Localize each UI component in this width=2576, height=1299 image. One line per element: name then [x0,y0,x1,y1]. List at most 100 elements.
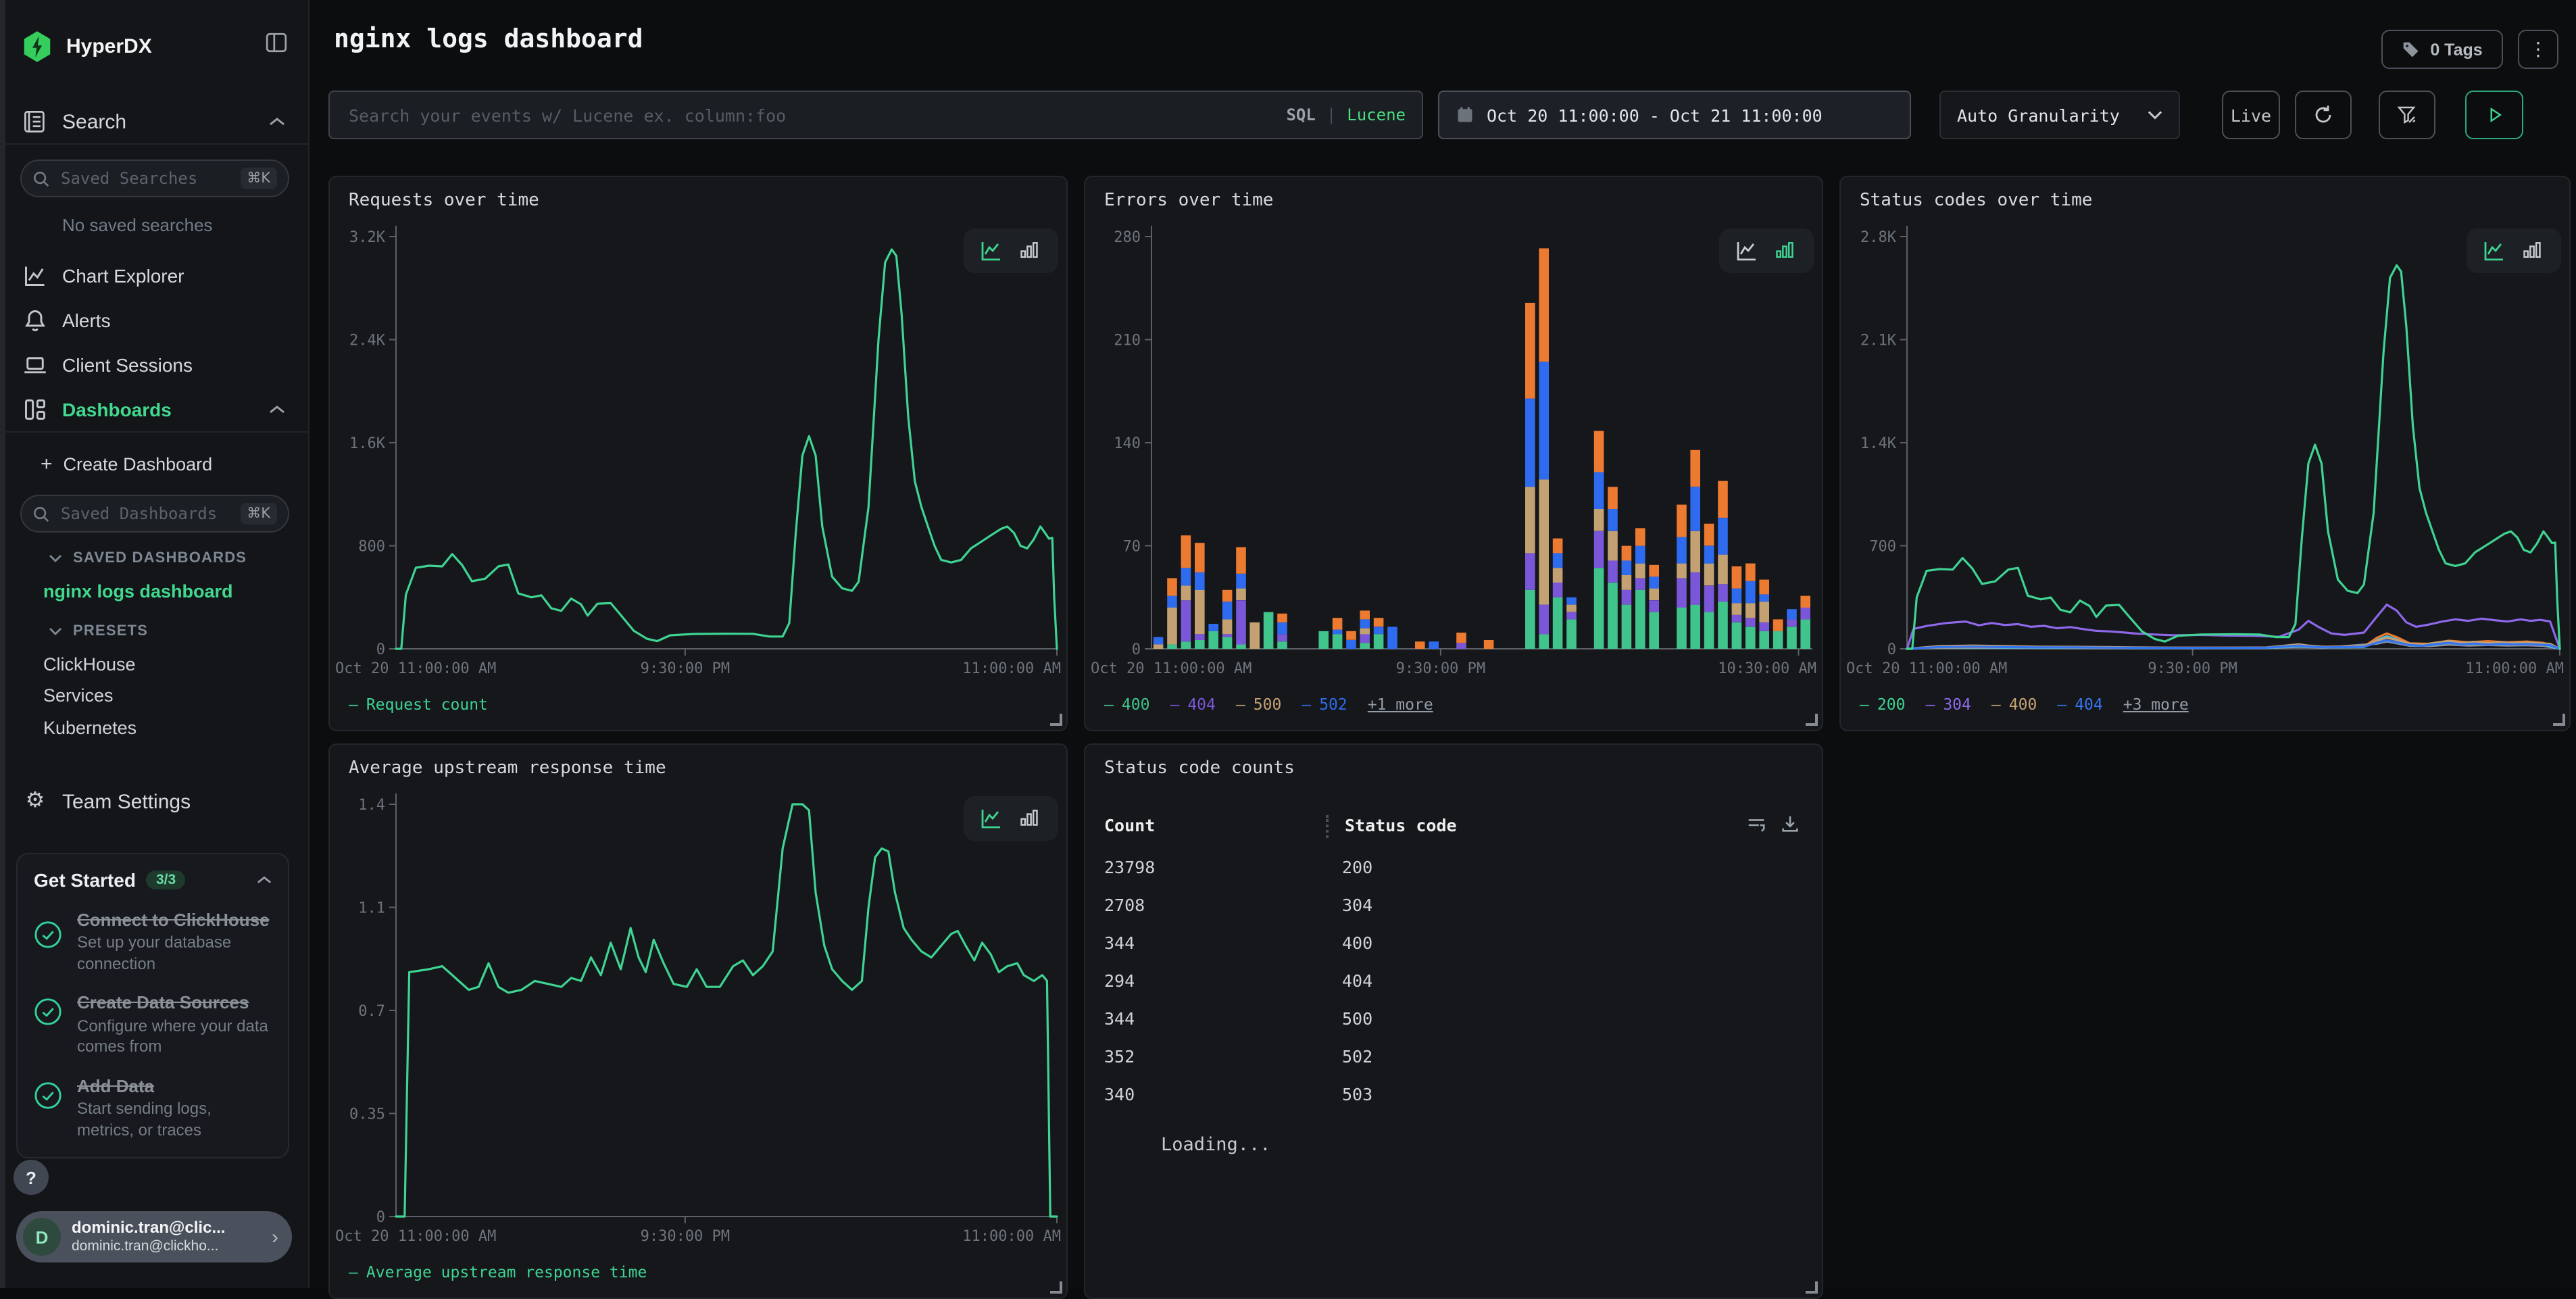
requests-chart[interactable]: 08001.6K2.4K3.2KOct 20 11:00:00 AM9:30:0… [330,177,1068,684]
legend-dash-icon: — [1104,695,1114,714]
filter-button[interactable] [2379,91,2435,139]
legend-more-link[interactable]: +3 more [2123,695,2189,714]
column-header-count[interactable]: Count [1104,815,1155,835]
panel-status-codes-over-time: Status codes over time 07001.4K2.1K2.8KO… [1839,176,2571,731]
create-dashboard-button[interactable]: + Create Dashboard [0,447,309,480]
chart-type-toggle [964,228,1058,273]
legend-item[interactable]: —Average upstream response time [349,1263,647,1281]
saved-searches-input[interactable]: ⌘K [20,160,289,197]
saved-dashboards-input[interactable]: ⌘K [20,495,289,533]
get-started-item-desc: Set up your database connection [77,933,272,975]
legend-item[interactable]: —400 [1104,695,1149,714]
panel-title: Status code counts [1104,758,1295,779]
filter-edit-icon [2396,104,2418,126]
sidebar-item-label: Search [62,110,126,133]
granularity-select[interactable]: Auto Granularity [1939,91,2180,139]
status-codes-chart[interactable]: 07001.4K2.1K2.8KOct 20 11:00:00 AM9:30:0… [1841,177,2571,684]
legend-more-link[interactable]: +1 more [1368,695,1433,714]
svg-text:1.4: 1.4 [358,797,385,814]
sidebar-collapse-icon[interactable] [265,31,288,61]
event-search-input[interactable] [346,103,1286,126]
svg-text:0.7: 0.7 [358,1003,385,1020]
line-chart-icon[interactable] [2483,239,2506,262]
table-row[interactable]: 344400 [1085,923,1822,961]
hyperdx-logo-icon [23,30,51,62]
sidebar-item-kubernetes[interactable]: Kubernetes [43,718,137,738]
user-menu[interactable]: D dominic.tran@clic... dominic.tran@clic… [16,1211,292,1263]
sidebar-item-alerts[interactable]: Alerts [0,304,309,337]
presets-section[interactable]: PRESETS [49,623,148,639]
panel-requests-over-time: Requests over time 08001.6K2.4K3.2KOct 2… [328,176,1068,731]
column-options-icon[interactable] [1746,814,1766,841]
table-row[interactable]: 352502 [1085,1037,1822,1075]
sidebar-item-search[interactable]: Search [0,105,309,138]
sidebar-item-nginx-dashboard[interactable]: nginx logs dashboard [43,581,233,602]
line-chart-icon[interactable] [980,807,1003,830]
calendar-icon [1456,105,1475,124]
refresh-button[interactable] [2295,91,2352,139]
gear-icon: ⚙ [23,789,47,814]
table-row[interactable]: 344500 [1085,999,1822,1037]
sidebar-item-chart-explorer[interactable]: Chart Explorer [0,260,309,292]
legend-item[interactable]: —502 [1302,695,1347,714]
tags-button[interactable]: 0 Tags [2381,30,2503,69]
date-range-value: Oct 20 11:00:00 - Oct 21 11:00:00 [1487,105,1823,125]
line-chart-icon[interactable] [1735,239,1758,262]
sidebar-item-label: Client Sessions [62,354,193,376]
download-icon[interactable] [1780,814,1800,841]
date-range-picker[interactable]: Oct 20 11:00:00 - Oct 21 11:00:00 [1438,91,1911,139]
sidebar-item-team-settings[interactable]: ⚙ Team Settings [0,785,309,818]
svg-text:10:30:00 AM: 10:30:00 AM [1718,660,1816,677]
bar-chart-icon[interactable] [1019,239,1042,262]
saved-dashboards-section[interactable]: SAVED DASHBOARDS [49,550,247,566]
line-chart-icon[interactable] [980,239,1003,262]
svg-text:0: 0 [1132,641,1141,658]
bar-chart-icon[interactable] [1775,239,1798,262]
bar-chart-icon[interactable] [2522,239,2545,262]
table-row[interactable]: 294404 [1085,961,1822,999]
legend-item[interactable]: —404 [1170,695,1215,714]
help-button[interactable]: ? [14,1160,49,1195]
legend-item[interactable]: —Request count [349,695,488,714]
panel-status-code-counts: Status code counts Count Status code 237… [1084,743,1823,1299]
check-circle-icon [34,921,62,949]
sidebar-item-client-sessions[interactable]: Client Sessions [0,349,309,381]
column-resize-handle[interactable] [1326,815,1329,838]
sidebar-item-label: Chart Explorer [62,265,184,287]
sql-mode-toggle[interactable]: SQL [1286,105,1315,124]
upstream-response-chart[interactable]: 00.350.71.11.4Oct 20 11:00:00 AM9:30:00 … [330,745,1068,1252]
legend-item[interactable]: —500 [1236,695,1281,714]
sidebar-scrollbar[interactable] [0,0,5,1288]
legend-item[interactable]: —200 [1860,695,1905,714]
sidebar-item-dashboards[interactable]: Dashboards [0,393,309,426]
table-row[interactable]: 23798200 [1085,848,1822,885]
sidebar-item-services[interactable]: Services [43,685,114,706]
legend-item[interactable]: —304 [1925,695,1971,714]
legend-item[interactable]: —404 [2057,695,2102,714]
panel-menu-button[interactable]: ⋮ [2518,30,2558,69]
saved-searches-field[interactable] [58,168,240,189]
chevron-up-icon[interactable] [257,868,272,892]
column-header-status-code[interactable]: Status code [1345,815,1457,835]
svg-text:140: 140 [1114,435,1141,452]
granularity-value: Auto Granularity [1957,105,2120,125]
saved-dashboards-field[interactable] [58,503,240,524]
check-circle-icon [34,998,62,1027]
errors-chart[interactable]: 070140210280Oct 20 11:00:00 AM9:30:00 PM… [1085,177,1823,684]
sidebar-item-clickhouse[interactable]: ClickHouse [43,654,136,675]
legend-item[interactable]: —400 [1991,695,2037,714]
svg-text:0: 0 [376,1209,385,1226]
get-started-item[interactable]: Connect to ClickHouse Set up your databa… [34,910,272,975]
get-started-item[interactable]: Add Data Start sending logs, metrics, or… [34,1076,272,1142]
live-button[interactable]: Live [2222,91,2280,139]
brand-row: HyperDX [0,30,309,62]
table-row[interactable]: 340503 [1085,1075,1822,1112]
event-search-bar[interactable]: SQL | Lucene [328,91,1423,139]
get-started-item[interactable]: Create Data Sources Configure where your… [34,993,272,1058]
legend-dash-icon: — [1302,695,1311,714]
run-query-button[interactable] [2465,91,2523,139]
bar-chart-icon[interactable] [1019,807,1042,830]
table-row[interactable]: 2708304 [1085,885,1822,923]
lucene-mode-toggle[interactable]: Lucene [1347,105,1406,124]
svg-text:280: 280 [1114,229,1141,246]
